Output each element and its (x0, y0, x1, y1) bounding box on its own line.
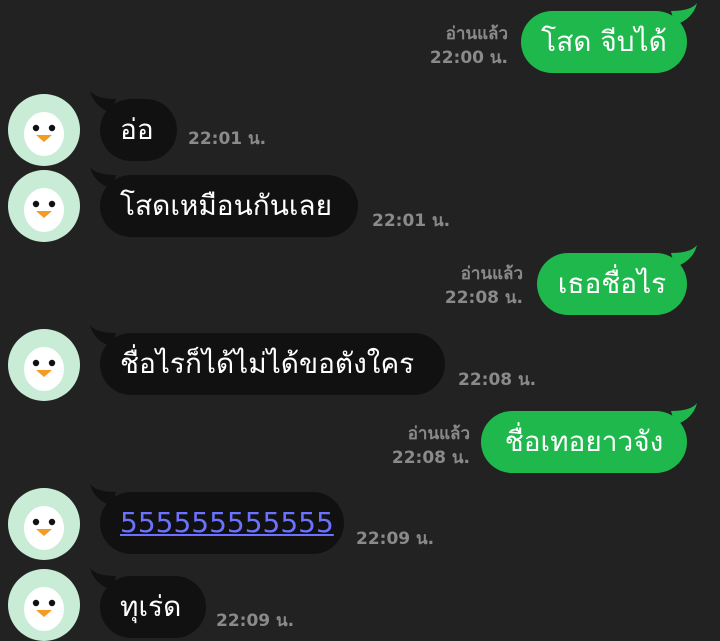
message-meta: อ่านแล้ว 22:08 น. (425, 262, 523, 310)
avatar[interactable] (8, 329, 80, 401)
message-time: 22:08 น. (444, 288, 523, 308)
message-time: 22:08 น. (391, 448, 470, 468)
message-time: 22:09 น. (356, 529, 435, 549)
bubble-tail-icon (90, 325, 116, 347)
avatar[interactable] (8, 94, 80, 166)
read-receipt: อ่านแล้ว (407, 424, 470, 444)
message-text: ชื่อไรก็ได้ไม่ได้ขอตังใคร (120, 347, 415, 380)
message-meta: อ่านแล้ว 22:00 น. (410, 22, 508, 70)
message-time: 22:00 น. (429, 48, 508, 68)
message-time: 22:01 น. (188, 129, 267, 149)
message-time: 22:09 น. (216, 611, 295, 631)
avatar[interactable] (8, 488, 80, 560)
bubble-tail-icon (671, 3, 697, 25)
penguin-icon (24, 506, 64, 550)
message-bubble-incoming[interactable]: ชื่อไรก็ได้ไม่ได้ขอตังใคร (90, 325, 445, 395)
message-bubble-outgoing[interactable]: โสด จีบได้ (521, 3, 697, 73)
message-bubble-incoming[interactable]: โสดเหมือนกันเลย (90, 167, 358, 237)
message-bubble-incoming[interactable]: 555555555555 (90, 484, 344, 554)
bubble-tail-icon (671, 245, 697, 267)
penguin-icon (24, 112, 64, 156)
message-bubble-incoming[interactable]: ทุเร่ด (90, 568, 206, 638)
message-text: อ่อ (120, 113, 154, 146)
message-text: ชื่อเทอยาวจัง (504, 425, 664, 458)
message-bubble-incoming[interactable]: อ่อ (90, 91, 177, 161)
message-text: เธอชื่อไร (557, 267, 667, 300)
message-text: ทุเร่ด (120, 590, 182, 623)
penguin-icon (24, 587, 64, 631)
phone-link[interactable]: 555555555555 (120, 506, 334, 539)
penguin-icon (24, 347, 64, 391)
message-time: 22:01 น. (372, 211, 451, 231)
avatar[interactable] (8, 569, 80, 641)
bubble-tail-icon (90, 167, 116, 189)
bubble-tail-icon (90, 568, 116, 590)
penguin-icon (24, 188, 64, 232)
message-meta: อ่านแล้ว 22:08 น. (370, 422, 470, 470)
read-receipt: อ่านแล้ว (445, 24, 508, 44)
message-bubble-outgoing[interactable]: ชื่อเทอยาวจัง (481, 403, 697, 473)
message-text: โสดเหมือนกันเลย (120, 189, 332, 222)
message-bubble-outgoing[interactable]: เธอชื่อไร (537, 245, 697, 315)
avatar[interactable] (8, 170, 80, 242)
bubble-tail-icon (90, 91, 116, 113)
bubble-tail-icon (671, 403, 697, 425)
message-time: 22:08 น. (458, 370, 537, 390)
read-receipt: อ่านแล้ว (460, 264, 523, 284)
message-text: โสด จีบได้ (541, 25, 667, 58)
bubble-tail-icon (90, 484, 116, 506)
